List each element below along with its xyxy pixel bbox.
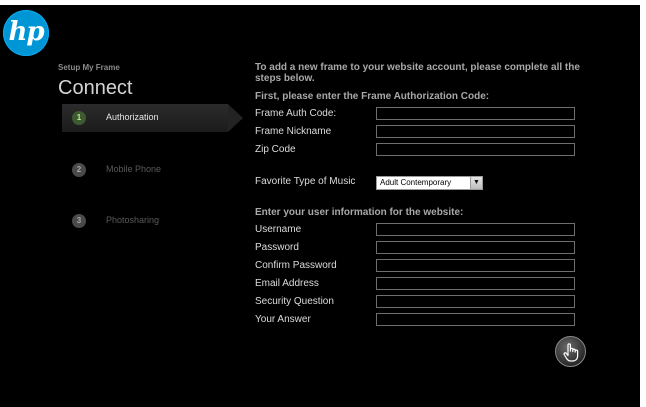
step-label: Authorization xyxy=(106,112,159,122)
music-select[interactable]: Adult Contemporary ▼ xyxy=(376,176,483,190)
password-input[interactable] xyxy=(376,241,575,254)
setup-label: Setup My Frame xyxy=(58,63,120,72)
hp-logo: hp xyxy=(3,10,49,56)
step-number: 3 xyxy=(72,214,86,228)
security-question-input[interactable] xyxy=(376,295,575,308)
submit-button[interactable] xyxy=(555,336,586,367)
step-authorization[interactable]: 1 Authorization xyxy=(62,104,243,132)
app-window: hp Setup My Frame Connect 1 Authorizatio… xyxy=(0,5,640,407)
step-number: 2 xyxy=(72,163,86,177)
confirm-password-label: Confirm Password xyxy=(255,260,337,271)
step-number: 1 xyxy=(72,111,86,125)
username-input[interactable] xyxy=(376,223,575,236)
frame-auth-code-input[interactable] xyxy=(376,107,575,120)
step-mobile-phone[interactable]: 2 Mobile Phone xyxy=(62,156,228,184)
music-selected-value: Adult Contemporary xyxy=(380,178,452,187)
confirm-password-input[interactable] xyxy=(376,259,575,272)
hand-pointer-icon xyxy=(563,343,579,362)
frame-auth-code-label: Frame Auth Code: xyxy=(255,108,337,119)
music-label: Favorite Type of Music xyxy=(255,176,356,187)
your-answer-label: Your Answer xyxy=(255,314,311,325)
your-answer-input[interactable] xyxy=(376,313,575,326)
step-label: Mobile Phone xyxy=(106,164,162,174)
email-input[interactable] xyxy=(376,277,575,290)
auth-heading: First, please enter the Frame Authorizat… xyxy=(255,91,490,102)
page-title: Connect xyxy=(58,77,133,99)
zip-code-label: Zip Code xyxy=(255,144,296,155)
intro-text: To add a new frame to your website accou… xyxy=(255,62,580,84)
user-info-heading: Enter your user information for the webs… xyxy=(255,207,464,218)
frame-nickname-input[interactable] xyxy=(376,125,575,138)
chevron-down-icon[interactable]: ▼ xyxy=(470,177,482,189)
password-label: Password xyxy=(255,242,299,253)
username-label: Username xyxy=(255,224,302,235)
step-label: Photosharing xyxy=(106,215,160,225)
frame-nickname-label: Frame Nickname xyxy=(255,126,332,137)
email-label: Email Address xyxy=(255,278,319,289)
security-question-label: Security Question xyxy=(255,296,334,307)
logo-text: hp xyxy=(8,17,44,47)
zip-code-input[interactable] xyxy=(376,143,575,156)
step-photosharing[interactable]: 3 Photosharing xyxy=(62,207,228,235)
